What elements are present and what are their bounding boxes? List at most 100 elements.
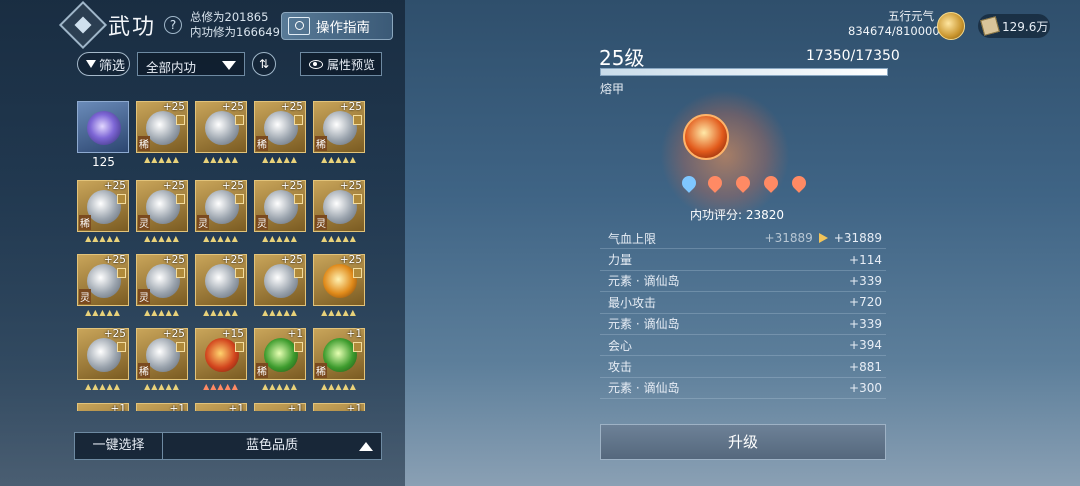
lock-icon [235, 115, 244, 125]
element-marks: ▲▲▲▲▲ [321, 155, 357, 164]
slot-level: +25 [162, 328, 185, 340]
slot-level: +1 [287, 403, 303, 411]
skill-level: 25级 [599, 46, 645, 70]
magnifier-book-icon [288, 17, 310, 35]
stat-row: 元素 · 谪仙岛 +339 [600, 314, 886, 335]
rarity-badge: 稀 [138, 136, 150, 151]
element-marks: ▲▲▲▲▲ [203, 308, 239, 317]
skill-slot[interactable]: +1 [77, 403, 129, 411]
stat-value: +394 [849, 338, 882, 353]
stat-row: 元素 · 谪仙岛 +300 [600, 378, 886, 400]
sort-button[interactable]: ⇅ [252, 52, 276, 76]
slot-level: +25 [162, 101, 185, 113]
skill-slot[interactable]: +1 稀 [254, 328, 306, 380]
help-icon[interactable]: ? [164, 16, 183, 34]
upgrade-button[interactable]: 升级 [600, 424, 886, 460]
arrow-right-icon [818, 233, 828, 244]
stat-label: 元素 · 谪仙岛 [608, 317, 680, 332]
lock-icon [353, 342, 362, 352]
item-count: 125 [92, 155, 115, 169]
slot-level: +1 [287, 328, 303, 340]
element-marks: ▲▲▲▲▲ [203, 155, 239, 164]
skill-slot[interactable]: +25 稀 [136, 101, 188, 153]
slot-level: +25 [221, 254, 244, 266]
skill-icon [205, 338, 239, 372]
wuxing-coin-icon [937, 12, 965, 40]
skill-slot[interactable]: +25 灵 [77, 254, 129, 306]
exp-bar-fill [601, 69, 887, 75]
guide-label: 操作指南 [316, 20, 370, 36]
wuxing-resource: 五行元气 834674/810000 [848, 8, 940, 38]
slot-level: +1 [228, 403, 244, 411]
skill-slot[interactable]: +25 [254, 254, 306, 306]
slot-level: +25 [103, 254, 126, 266]
lock-icon [117, 342, 126, 352]
lock-icon [176, 115, 185, 125]
wuxing-label: 五行元气 [888, 9, 934, 23]
stats-list: 气血上限 +31889 +31889 力量 +114 元素 · 谪仙岛 +339 最小攻击 +7… [600, 228, 886, 400]
element-marks: ▲▲▲▲▲ [144, 234, 180, 243]
filter-button[interactable]: 筛选 [77, 52, 130, 76]
skill-icon [264, 264, 298, 298]
stat-label: 力量 [608, 253, 633, 268]
skill-slot[interactable]: +25 灵 [136, 180, 188, 232]
lock-icon [294, 194, 303, 204]
skill-slot[interactable]: +25 稀 [313, 101, 365, 153]
skill-orb-icon [683, 114, 729, 160]
filter-label: 筛选 [99, 58, 126, 74]
skill-score: 内功评分: 23820 [690, 208, 785, 222]
skill-slot[interactable]: +25 灵 [313, 180, 365, 232]
skill-slot[interactable]: +1 [313, 403, 365, 411]
quality-select[interactable]: 蓝色品质 [163, 433, 381, 459]
skill-icon [146, 190, 180, 224]
attribute-preview-button[interactable]: 属性预览 [300, 52, 382, 76]
skill-slot[interactable]: +25 [77, 328, 129, 380]
element-marks: ▲▲▲▲▲ [321, 308, 357, 317]
one-key-select-button[interactable]: 一键选择 [75, 433, 163, 459]
type-select[interactable]: 全部内功 [137, 52, 245, 76]
skill-slot[interactable]: +1 [254, 403, 306, 411]
element-marks: ▲▲▲▲▲ [144, 308, 180, 317]
stat-row: 攻击 +881 [600, 356, 886, 378]
skill-slot[interactable]: +1 [136, 403, 188, 411]
slot-level: +25 [339, 101, 362, 113]
stat-value: +339 [849, 316, 882, 331]
skill-slot[interactable]: +25 [195, 101, 247, 153]
element-marks: ▲▲▲▲▲ [262, 155, 298, 164]
skill-slot[interactable]: +25 [195, 254, 247, 306]
element-marks: ▲▲▲▲▲ [85, 234, 121, 243]
guide-button[interactable]: 操作指南 [281, 12, 393, 40]
rarity-badge: 稀 [256, 363, 268, 378]
rarity-badge: 稀 [256, 136, 268, 151]
stat-value: +114 [849, 252, 882, 267]
rarity-badge: 灵 [138, 289, 150, 304]
skill-slot[interactable]: +25 灵 [254, 180, 306, 232]
skill-slot[interactable]: +25 [313, 254, 365, 306]
lock-icon [117, 194, 126, 204]
skill-slot[interactable]: +25 稀 [77, 180, 129, 232]
skill-slot[interactable]: +25 灵 [136, 254, 188, 306]
rarity-badge: 灵 [197, 215, 209, 230]
skill-slot[interactable]: +1 稀 [313, 328, 365, 380]
skill-slot[interactable]: +1 [195, 403, 247, 411]
rarity-badge: 灵 [315, 215, 327, 230]
eye-icon [309, 59, 323, 69]
skill-slot[interactable]: +25 灵 [195, 180, 247, 232]
skill-slot[interactable]: +25 稀 [254, 101, 306, 153]
slot-level: +25 [280, 254, 303, 266]
stat-row: 会心 +394 [600, 335, 886, 357]
skill-slot[interactable]: +25 稀 [136, 328, 188, 380]
stat-label: 最小攻击 [608, 295, 657, 310]
slot-level: +25 [339, 254, 362, 266]
element-marks: ▲▲▲▲▲ [262, 382, 298, 391]
skill-icon [87, 264, 121, 298]
slot-level: +25 [162, 180, 185, 192]
lock-icon [176, 194, 185, 204]
skill-slot[interactable] [77, 101, 129, 153]
dropdown-arrow-icon [222, 61, 236, 70]
wuxing-value: 834674/810000 [848, 24, 940, 38]
skill-icon [205, 264, 239, 298]
skill-icon [146, 264, 180, 298]
skill-slot[interactable]: +15 [195, 328, 247, 380]
skill-icon [205, 190, 239, 224]
